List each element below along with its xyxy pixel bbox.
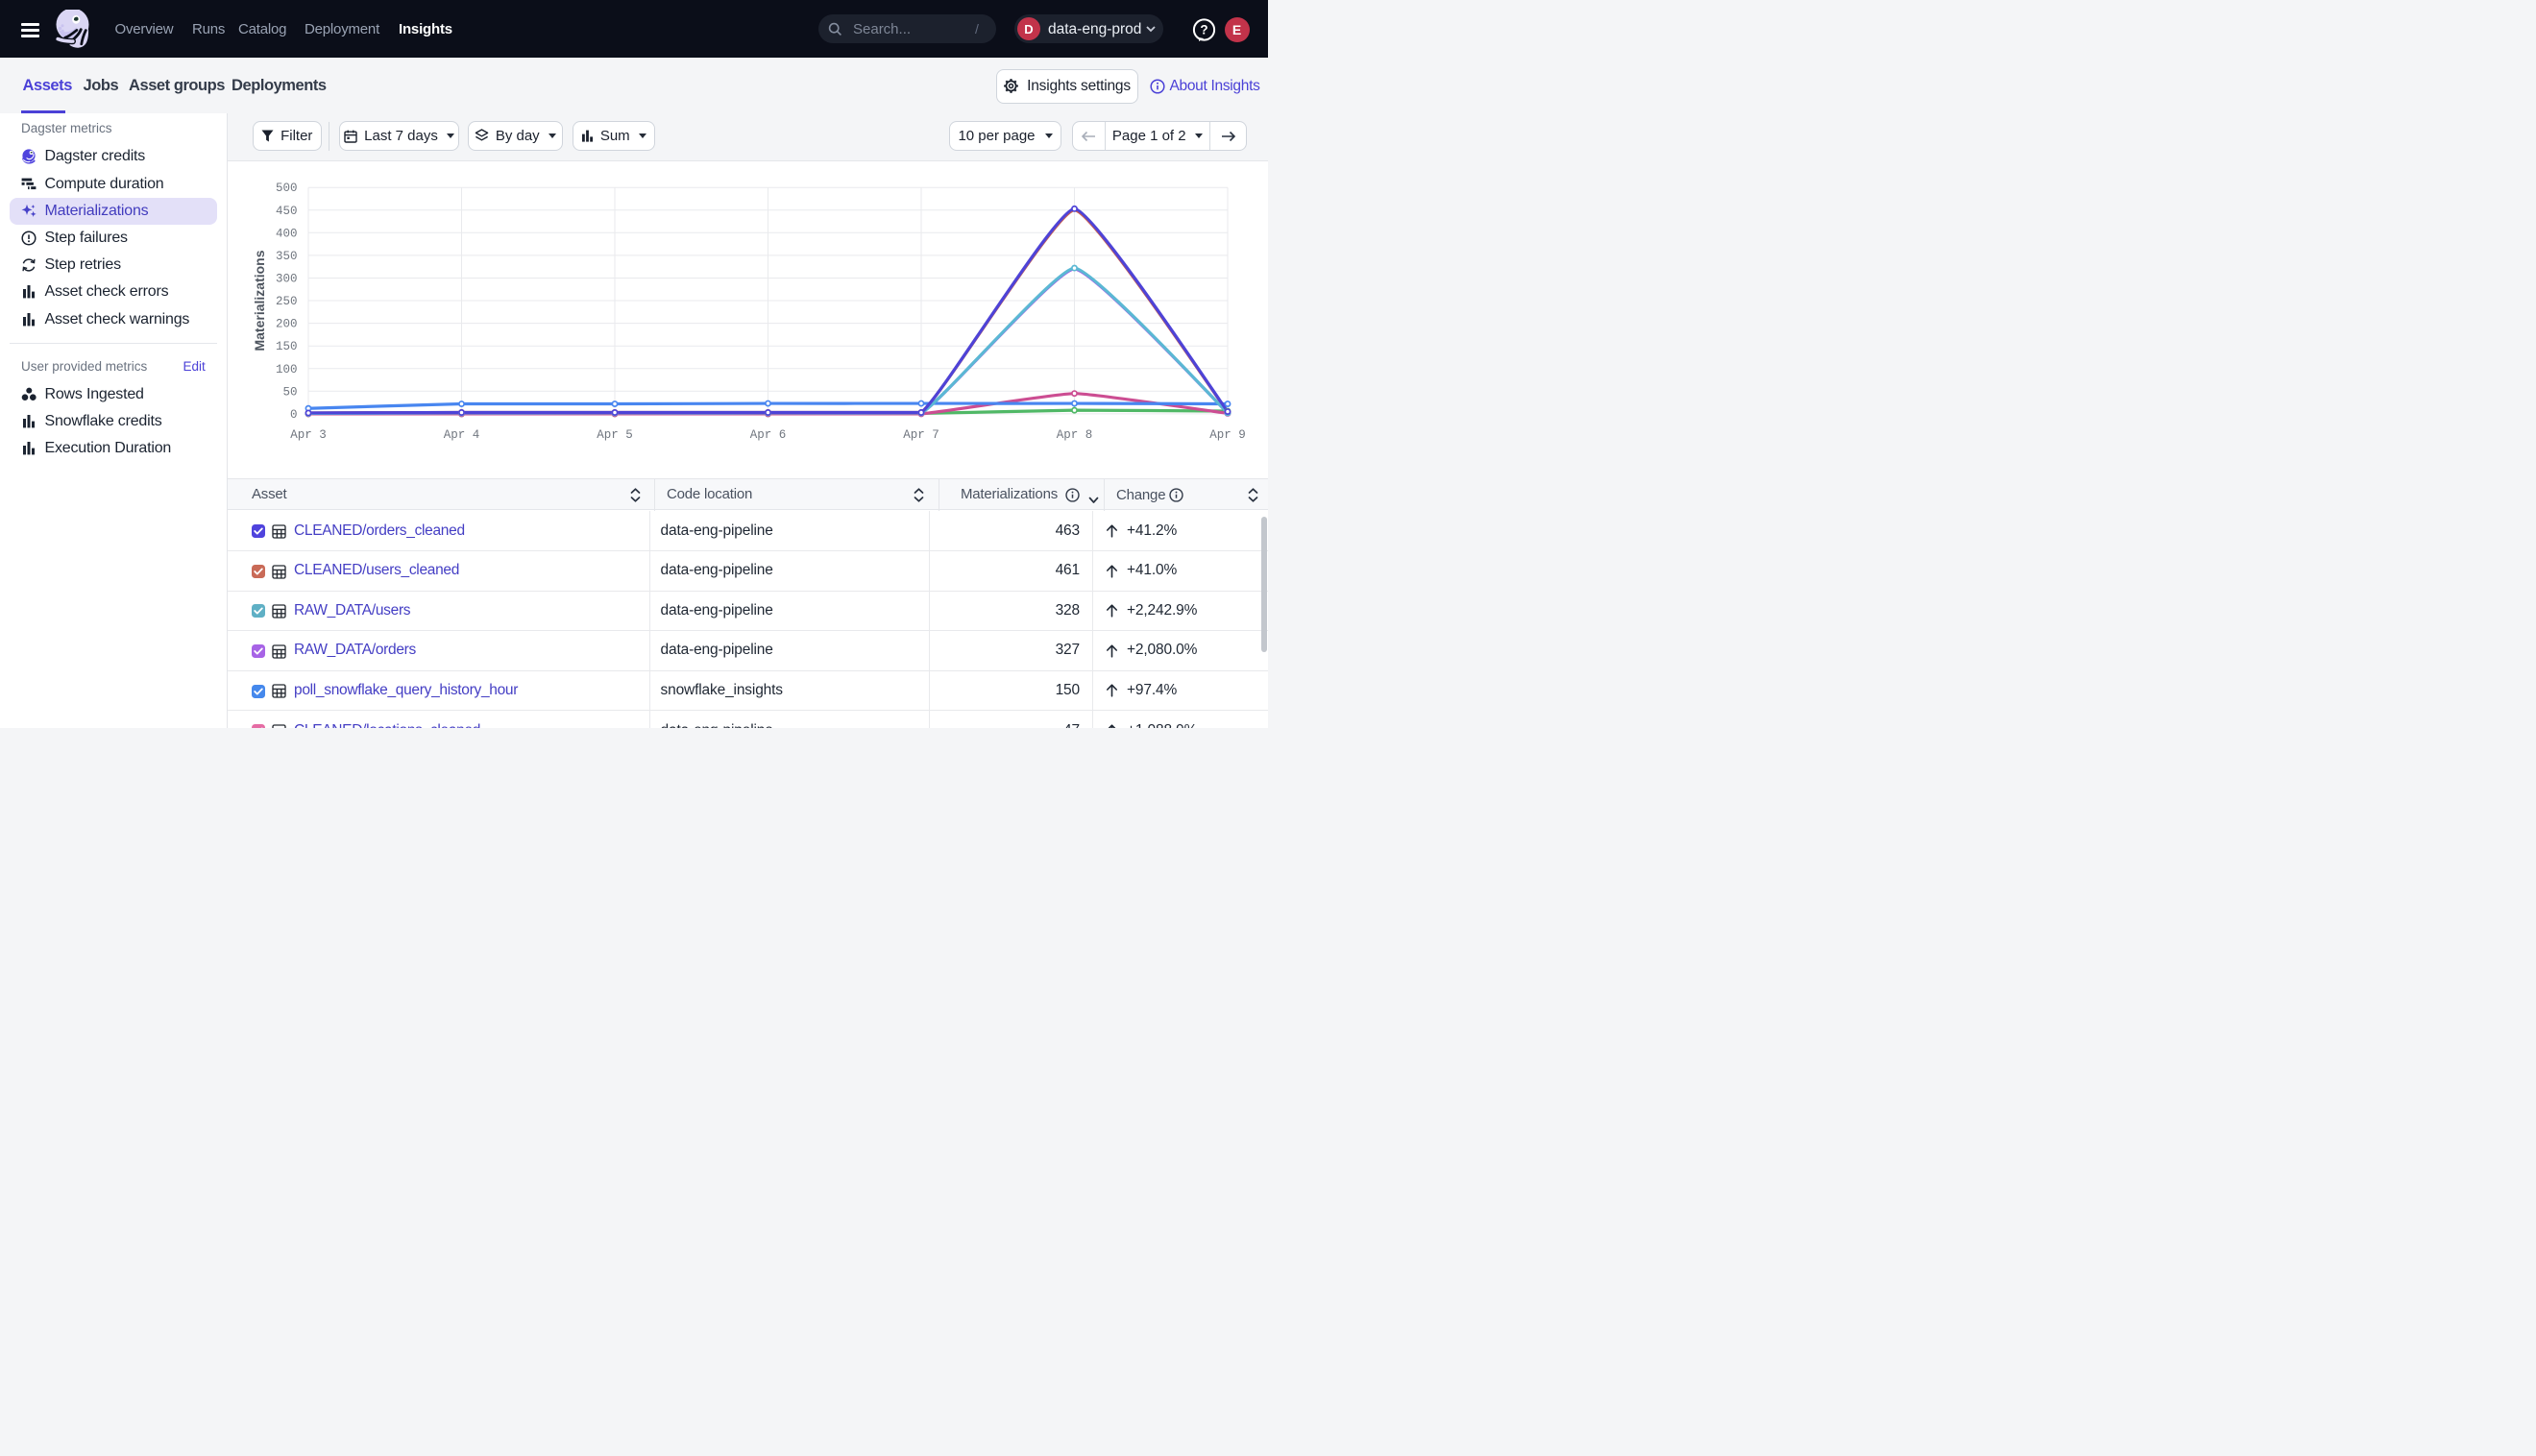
svg-text:Apr 3: Apr 3: [290, 428, 327, 442]
svg-text:400: 400: [276, 227, 298, 240]
svg-text:300: 300: [276, 273, 298, 286]
svg-text:Materializations: Materializations: [252, 250, 267, 351]
svg-text:350: 350: [276, 250, 298, 263]
svg-text:Apr 9: Apr 9: [1209, 428, 1246, 442]
svg-text:Apr 8: Apr 8: [1057, 428, 1093, 442]
svg-text:50: 50: [282, 385, 297, 399]
svg-text:450: 450: [276, 205, 298, 218]
svg-text:Apr 6: Apr 6: [750, 428, 787, 442]
svg-text:200: 200: [276, 318, 298, 331]
svg-text:250: 250: [276, 295, 298, 308]
svg-text:0: 0: [290, 408, 298, 422]
svg-text:100: 100: [276, 363, 298, 376]
svg-text:?: ?: [1200, 22, 1207, 36]
svg-text:150: 150: [276, 340, 298, 353]
svg-text:Apr 4: Apr 4: [444, 428, 480, 442]
svg-text:Apr 5: Apr 5: [597, 428, 633, 442]
svg-text:500: 500: [276, 182, 298, 195]
svg-text:Apr 7: Apr 7: [903, 428, 939, 442]
